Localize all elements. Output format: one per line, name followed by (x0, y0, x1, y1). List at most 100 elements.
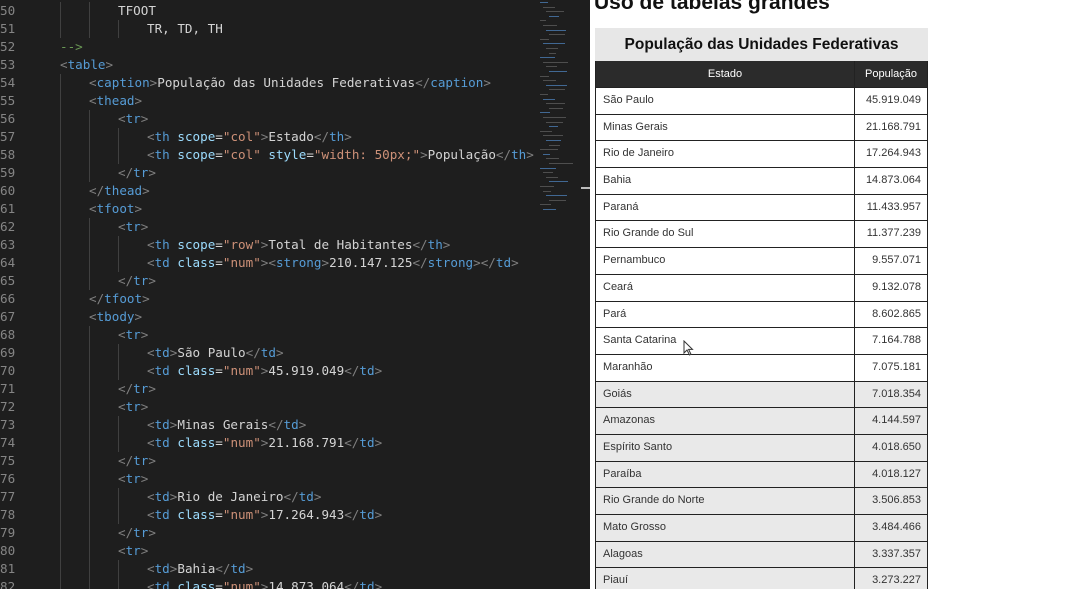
code-token: > (298, 417, 307, 432)
line-number: 63 (0, 237, 16, 252)
code-line[interactable]: 70 <td class="num">45.919.049</td> (0, 362, 590, 380)
indent-guide (89, 524, 90, 542)
minimap-line (549, 144, 560, 146)
code-token: strong (275, 255, 322, 270)
code-line[interactable]: 59 </tr> (0, 164, 590, 182)
code-token: </ (118, 165, 134, 180)
code-line[interactable]: 52 --> (0, 38, 590, 56)
code-line[interactable]: 71 </tr> (0, 380, 590, 398)
code-token: > (483, 75, 491, 90)
table-row: Paraíba 4.018.127 (595, 461, 928, 489)
minimap-line (546, 176, 558, 178)
code-token: < (147, 147, 155, 162)
code-line[interactable]: 82 <td class="num">14.873.064</td> (0, 578, 590, 589)
code-text: TFOOT (118, 2, 156, 20)
code-text: </tr> (118, 272, 156, 290)
code-token: > (148, 165, 156, 180)
code-line[interactable]: 55 <thead> (0, 92, 590, 110)
table-row: Alagoas 3.337.357 (595, 541, 928, 569)
state-cell: Paraná (595, 194, 855, 221)
indent-guide (60, 506, 61, 524)
code-token: tr (125, 399, 141, 414)
code-token: class (177, 255, 216, 270)
code-token: tfoot (96, 201, 135, 216)
code-line[interactable]: 54 <caption>População das Unidades Federa… (0, 74, 590, 92)
indent-guide (60, 380, 61, 398)
minimap-line (540, 204, 551, 206)
code-line[interactable]: 69 <td>São Paulo</td> (0, 344, 590, 362)
code-line[interactable]: 62 <tr> (0, 218, 590, 236)
indent-guide (89, 326, 90, 344)
line-number: 51 (0, 21, 16, 36)
code-line[interactable]: 51 TR, TD, TH (0, 20, 590, 38)
code-line[interactable]: 53 <table> (0, 56, 590, 74)
code-text: <tr> (118, 110, 148, 128)
code-line[interactable]: 60 </thead> (0, 182, 590, 200)
code-line[interactable]: 57 <th scope="col">Estado</th> (0, 128, 590, 146)
code-line[interactable]: 61 <tfoot> (0, 200, 590, 218)
code-line[interactable]: 68 <tr> (0, 326, 590, 344)
table-row: São Paulo 45.919.049 (595, 88, 928, 115)
code-token: = (215, 237, 223, 252)
code-line[interactable]: 58 <th scope="col" style="width: 50px;">P… (0, 146, 590, 164)
minimap-line (543, 172, 553, 174)
editor-scroll-indicator[interactable] (581, 187, 590, 189)
code-token: > (275, 345, 284, 360)
state-cell: Bahia (595, 168, 855, 194)
line-number: 54 (0, 75, 16, 90)
indent-guide (89, 380, 90, 398)
code-line[interactable]: 56 <tr> (0, 110, 590, 128)
code-line[interactable]: 78 <td class="num">17.264.943</td> (0, 506, 590, 524)
indent-guide (118, 488, 119, 506)
code-line[interactable]: 75 </tr> (0, 452, 590, 470)
minimap-line (543, 25, 557, 26)
code-line[interactable]: 50 TFOOT (0, 2, 590, 20)
code-token: scope (177, 147, 216, 162)
code-token: td (359, 435, 375, 450)
code-text: <td class="num">21.168.791</td> (147, 434, 382, 452)
code-token: td (154, 345, 170, 360)
code-token: < (89, 309, 97, 324)
code-line[interactable]: 72 <tr> (0, 398, 590, 416)
state-cell: Rio de Janeiro (595, 141, 855, 168)
code-line[interactable]: 74 <td class="num">21.168.791</td> (0, 434, 590, 452)
code-editor[interactable]: 50 TFOOT 51 TR, TD, TH 52 --> 53 <table> 54 <capt… (0, 0, 590, 589)
minimap-line (546, 103, 565, 105)
line-number: 82 (0, 579, 16, 589)
code-token: </ (344, 363, 360, 378)
indent-guide (60, 272, 61, 290)
code-token: Bahia (177, 561, 216, 576)
code-line[interactable]: 80 <tr> (0, 542, 590, 560)
code-token: Total de Habitantes (268, 237, 413, 252)
population-cell: 45.919.049 (855, 88, 928, 114)
indent-guide (118, 236, 119, 254)
minimap[interactable] (530, 0, 590, 230)
code-token: > (148, 273, 156, 288)
code-token: < (118, 471, 126, 486)
table-row: Ceará 9.132.078 (595, 274, 928, 302)
code-line[interactable]: 64 <td class="num"><strong>210.147.125</s… (0, 254, 590, 272)
code-line[interactable]: 79 </tr> (0, 524, 590, 542)
indent-guide (89, 110, 90, 128)
minimap-line (540, 112, 550, 114)
code-line[interactable]: 73 <td>Minas Gerais</td> (0, 416, 590, 434)
code-token: = (215, 435, 223, 450)
line-number: 76 (0, 471, 16, 486)
code-line[interactable]: 76 <tr> (0, 470, 590, 488)
code-line[interactable]: 66 </tfoot> (0, 290, 590, 308)
code-text: <th scope="col" style="width: 50px;">Pop… (147, 146, 534, 164)
code-line[interactable]: 63 <th scope="row">Total de Habitantes</t… (0, 236, 590, 254)
code-line[interactable]: 81 <td>Bahia</td> (0, 560, 590, 578)
code-line[interactable]: 77 <td>Rio de Janeiro</td> (0, 488, 590, 506)
minimap-line (540, 186, 554, 187)
code-line[interactable]: 65 </tr> (0, 272, 590, 290)
indent-guide (60, 92, 61, 110)
page-heading: Uso de tabelas grandes (594, 0, 830, 14)
minimap-line (549, 71, 567, 72)
line-number: 68 (0, 327, 16, 342)
code-line[interactable]: 67 <tbody> (0, 308, 590, 326)
population-cell: 7.164.788 (855, 328, 928, 354)
state-cell: Rio Grande do Sul (595, 221, 855, 248)
code-token: TFOOT (118, 3, 156, 18)
code-text: <caption>População das Unidades Federati… (89, 74, 491, 92)
